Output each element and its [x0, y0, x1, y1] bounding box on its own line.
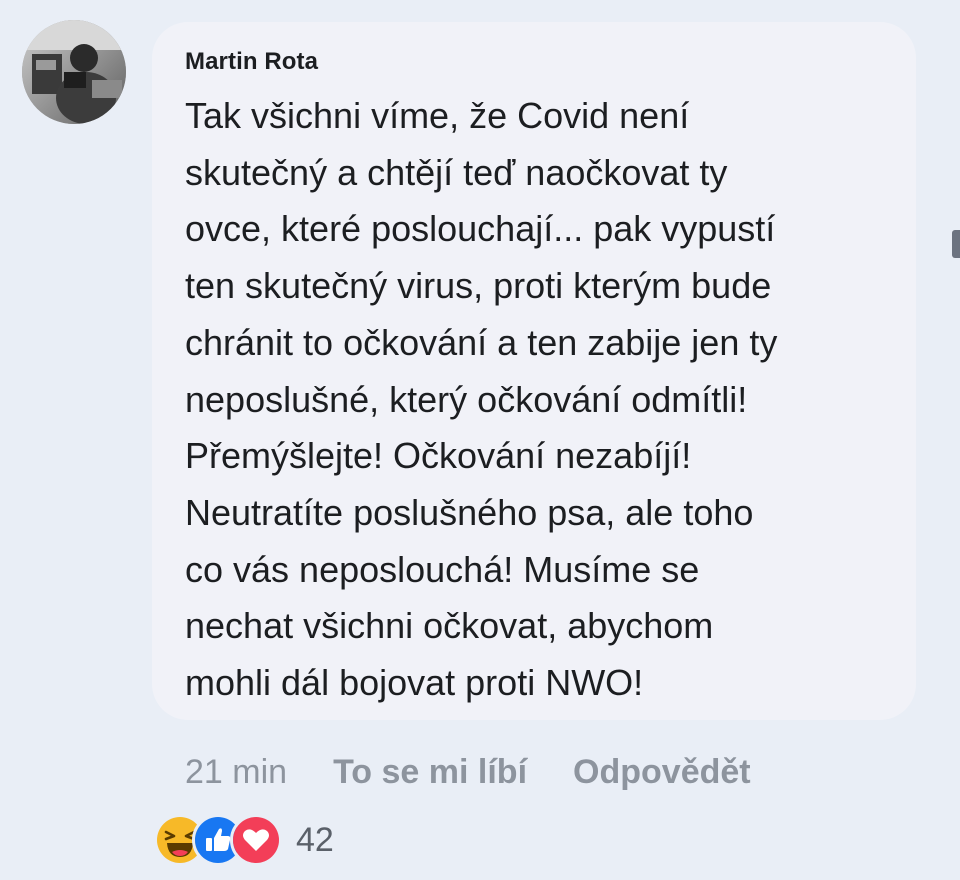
comment-line: ovce, které poslouchají... pak vypustí [185, 208, 776, 250]
comment-line: ten skutečný virus, proti kterým bude [185, 265, 772, 307]
comment-line: Tak všichni víme, že Covid není [185, 95, 690, 136]
comment-text: Tak všichni víme, že Covid není skutečný… [185, 88, 905, 712]
comment-line: mohli dál bojovat proti NWO! [185, 662, 644, 704]
comment-line: Neutratíte poslušného psa, ale toho [185, 491, 754, 533]
comment-author[interactable]: Martin Rota [185, 48, 318, 76]
comment-line: chránit to očkování a ten zabije jen ty [185, 321, 778, 363]
comment-line: co vás neposlouchá! Musíme se [185, 548, 700, 590]
comment-line: Přemýšlejte! Očkování nezabíjí! [185, 435, 692, 477]
comment-line: neposlušné, který očkování odmítli! [185, 378, 748, 420]
reaction-count[interactable]: 42 [296, 821, 334, 860]
comment-line: nechat všichni očkovat, abychom [185, 605, 714, 647]
avatar[interactable] [22, 20, 126, 124]
reaction-icons [154, 814, 282, 866]
avatar-photo-icon [22, 20, 126, 124]
reactions-summary[interactable]: 42 [154, 812, 334, 868]
like-button[interactable]: To se mi líbí [333, 753, 527, 791]
scroll-edge-indicator [952, 230, 960, 258]
comment-actions: 21 min To se mi líbí Odpovědět [185, 750, 751, 794]
comment-line: skutečný a chtějí teď naočkovat ty [185, 151, 728, 193]
comment-timestamp[interactable]: 21 min [185, 753, 287, 791]
reply-button[interactable]: Odpovědět [573, 753, 751, 791]
love-reaction-icon [230, 814, 282, 866]
